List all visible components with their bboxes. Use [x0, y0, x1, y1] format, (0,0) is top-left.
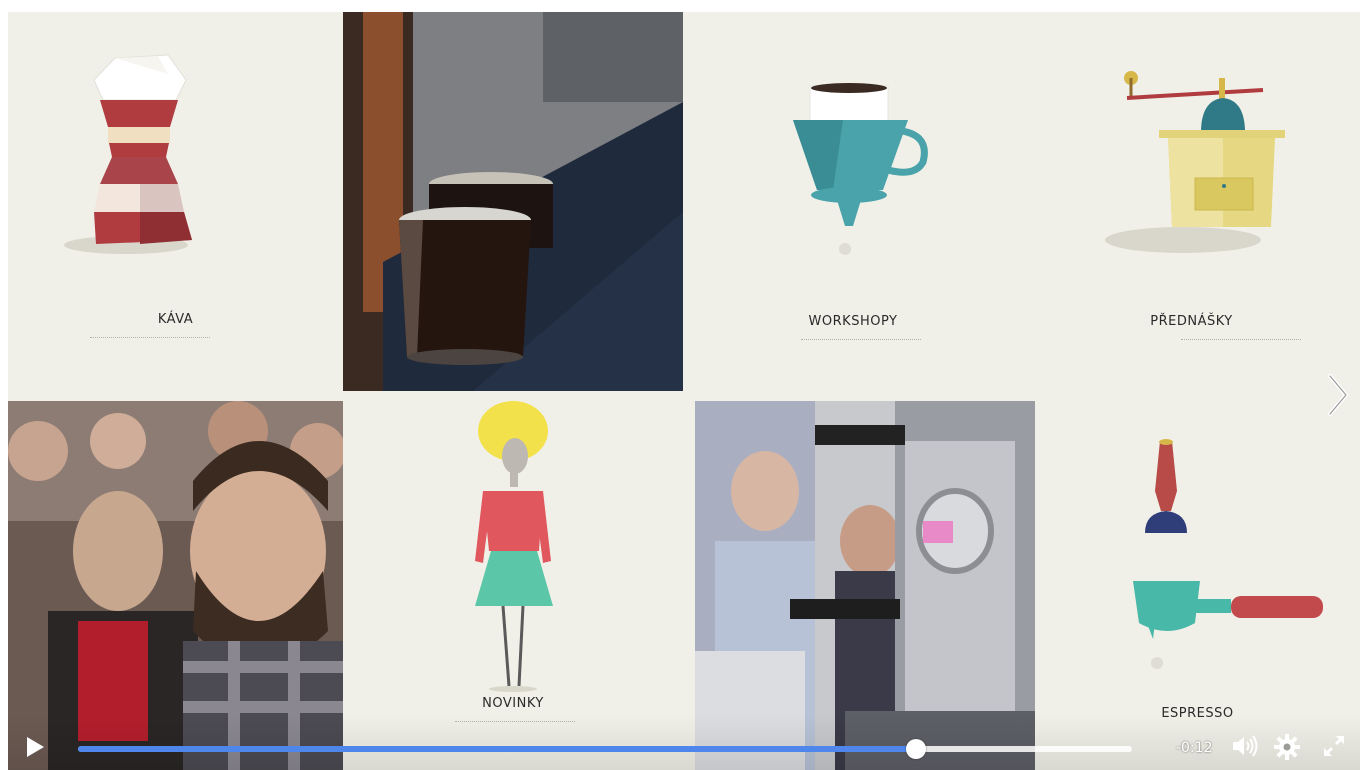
chevron-right-icon[interactable] [1324, 372, 1352, 418]
player-controls: -0:12 [8, 714, 1360, 770]
tile-label-prednasky: PŘEDNÁŠKY [1150, 314, 1233, 329]
chemex-icon [64, 54, 192, 254]
label-underline [801, 339, 921, 340]
tamper-portafilter-icon [1133, 439, 1323, 669]
video-player[interactable]: KÁVA WORKSHOPY PŘEDNÁŠKY NOVINKY -0:12 [8, 12, 1360, 770]
tile-workshopy[interactable]: WORKSHOPY [683, 12, 1023, 391]
tile-photo-coffee-glasses[interactable] [343, 12, 683, 391]
coffee-grinder-icon [1105, 71, 1285, 253]
woman-figure-icon [475, 401, 553, 692]
gear-icon[interactable] [1274, 734, 1300, 760]
tile-prednasky[interactable]: PŘEDNÁŠKY [1023, 12, 1360, 391]
tile-label-kava: KÁVA [157, 312, 194, 327]
coffee-glasses-photo [343, 12, 683, 391]
tile-kava[interactable]: KÁVA [8, 12, 343, 391]
time-remaining: -0:12 [1176, 740, 1213, 756]
fullscreen-icon[interactable] [1322, 734, 1346, 758]
play-icon[interactable] [24, 736, 46, 758]
pour-over-dripper-icon [793, 83, 928, 255]
progress-fill [78, 746, 916, 752]
progress-bar[interactable] [78, 739, 1132, 759]
label-underline [90, 337, 210, 338]
volume-icon[interactable] [1231, 734, 1259, 758]
label-underline [1181, 339, 1301, 340]
progress-knob[interactable] [905, 739, 926, 759]
tile-label-workshopy: WORKSHOPY [808, 314, 898, 329]
tile-label-novinky: NOVINKY [482, 696, 544, 711]
